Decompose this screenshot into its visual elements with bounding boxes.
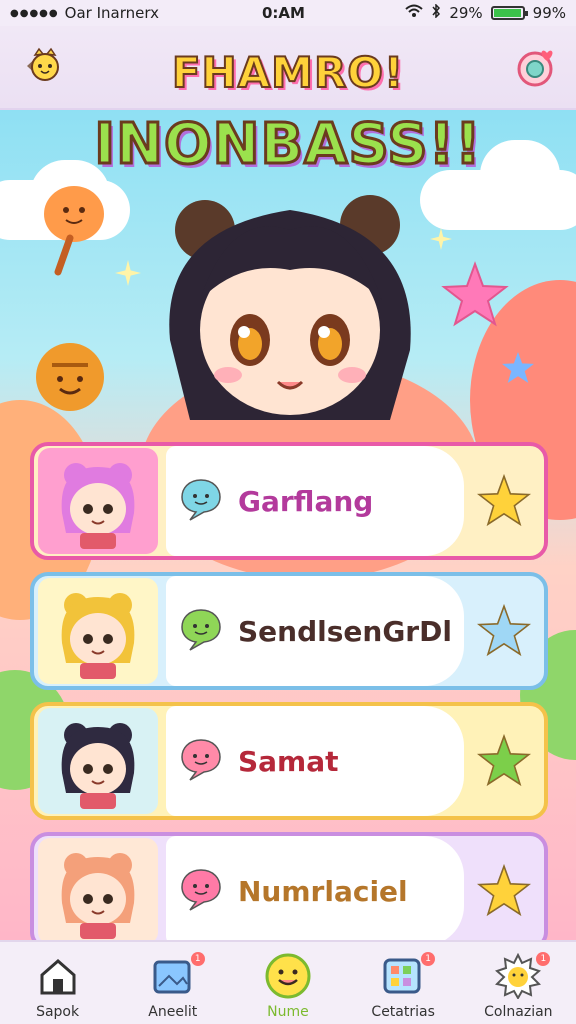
battery-percent-2: 99%	[532, 4, 566, 22]
card-body: Garflang	[166, 446, 464, 556]
smiley-icon	[238, 952, 338, 1000]
star-icon	[476, 603, 532, 657]
speech-bubble-icon	[178, 736, 224, 786]
character-avatar	[38, 448, 158, 554]
character-card[interactable]: Garflang	[30, 442, 548, 560]
title-line-1: FHAMRO!	[171, 47, 405, 98]
bluetooth-icon	[431, 3, 441, 22]
candy-mascot-icon	[44, 186, 104, 276]
apps-grid-icon: 1	[353, 952, 453, 1000]
hero-scene: INONBASS!! Garflang SendlsenGrDl Samat N…	[0, 110, 576, 940]
favorite-star-button[interactable]	[464, 836, 544, 940]
status-right: 29% 99%	[405, 3, 566, 22]
tab-colnazian[interactable]: 1 Colnazian	[468, 952, 568, 1020]
home-icon	[8, 952, 108, 1000]
star-icon	[476, 863, 532, 917]
tab-label: Colnazian	[484, 1004, 553, 1020]
star-icon	[476, 473, 532, 527]
character-name: Samat	[238, 744, 339, 778]
speech-bubble-icon	[178, 476, 224, 526]
character-avatar	[38, 838, 158, 940]
notification-badge: 1	[421, 952, 436, 966]
favorite-star-button[interactable]	[464, 576, 544, 686]
photo-card-icon: 1	[123, 952, 223, 1000]
character-card[interactable]: Numrlaciel	[30, 832, 548, 940]
character-card[interactable]: Samat	[30, 702, 548, 820]
favorite-star-button[interactable]	[464, 706, 544, 816]
sparkle-icon	[430, 228, 452, 250]
sparkle-icon	[115, 260, 141, 286]
card-body: Numrlaciel	[166, 836, 464, 940]
tab-label: Sapok	[36, 1004, 80, 1020]
battery-percent: 29%	[449, 4, 483, 22]
tab-label: Aneelit	[148, 1004, 198, 1020]
character-card[interactable]: SendlsenGrDl	[30, 572, 548, 690]
wifi-icon	[405, 4, 423, 22]
star-icon	[476, 733, 532, 787]
character-name: SendlsenGrDl	[238, 614, 452, 648]
signal-dots-icon: ●●●●●	[10, 7, 59, 19]
blue-star-icon	[502, 352, 534, 383]
pink-star-icon	[441, 261, 509, 327]
main-character-illustration	[169, 195, 411, 420]
title-line-2: INONBASS!!	[93, 111, 482, 179]
card-body: Samat	[166, 706, 464, 816]
tab-nume[interactable]: Nume	[238, 952, 338, 1020]
character-name: Numrlaciel	[238, 874, 408, 908]
clock: 0:AM	[262, 4, 305, 22]
notification-badge: 1	[536, 952, 551, 966]
character-avatar	[38, 708, 158, 814]
speech-bubble-icon	[178, 866, 224, 916]
favorite-star-button[interactable]	[464, 446, 544, 556]
character-avatar	[38, 578, 158, 684]
battery-fill	[493, 9, 521, 17]
notification-badge: 1	[190, 952, 205, 966]
card-body: SendlsenGrDl	[166, 576, 464, 686]
tab-label: Cetatrias	[371, 1004, 435, 1020]
sun-face-icon: 1	[468, 952, 568, 1000]
character-name: Garflang	[238, 484, 374, 518]
battery-icon	[490, 6, 528, 20]
tab-cetatrias[interactable]: 1 Cetatrias	[353, 952, 453, 1020]
status-bar: ●●●●● Oar Inarnerx 0:AM 29% 99%	[0, 0, 576, 26]
chat-button[interactable]	[512, 40, 564, 92]
carrier-name: Oar Inarnerx	[64, 4, 159, 22]
chat-heart-icon	[517, 50, 553, 87]
app-header: FHAMRO!	[0, 26, 576, 110]
speech-bubble-icon	[178, 606, 224, 656]
tab-aneelit[interactable]: 1 Aneelit	[123, 952, 223, 1020]
tab-home[interactable]: Sapok	[8, 952, 108, 1020]
bottom-tab-bar: Sapok 1 Aneelit Nume 1 Cetatrias 1 Colna…	[0, 940, 576, 1024]
pumpkin-mascot-icon	[36, 343, 104, 411]
tab-label: Nume	[267, 1004, 309, 1020]
